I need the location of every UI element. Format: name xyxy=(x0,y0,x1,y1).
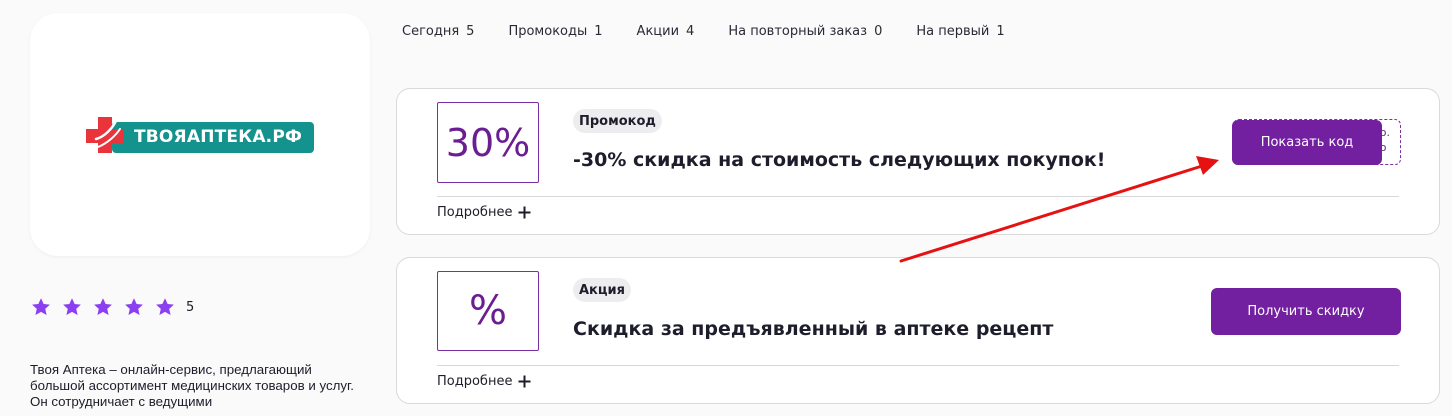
store-rating: 5 xyxy=(30,296,194,318)
divider xyxy=(437,196,1399,197)
divider xyxy=(437,365,1399,366)
logo-plate: ТВОЯАПТЕКА.РФ xyxy=(112,121,314,153)
store-description: Твоя Аптека – онлайн-сервис, предлагающи… xyxy=(30,362,354,409)
tab-count: 4 xyxy=(686,23,695,39)
offer-type-tag: Акция xyxy=(573,278,631,302)
more-details-label: Подробнее xyxy=(437,374,513,389)
discount-badge: % xyxy=(437,271,539,351)
more-details-label: Подробнее xyxy=(437,205,513,220)
store-logo-card: ТВОЯАПТЕКА.РФ xyxy=(30,13,370,256)
get-discount-button[interactable]: Получить скидку xyxy=(1211,288,1401,335)
offer-type-tag: Промокод xyxy=(573,109,662,133)
logo-text: ТВОЯАПТЕКА.РФ xyxy=(133,127,303,147)
offer-title: -30% скидка на стоимость следующих покуп… xyxy=(573,149,1106,171)
tab-count: 1 xyxy=(996,23,1005,39)
tab-today[interactable]: Сегодня 5 xyxy=(402,24,474,39)
more-details-toggle[interactable]: Подробнее xyxy=(437,205,531,220)
offer-card-promotion: % Акция Скидка за предъявленный в аптеке… xyxy=(396,257,1440,404)
discount-badge: 30% xyxy=(437,102,539,183)
store-logo: ТВОЯАПТЕКА.РФ xyxy=(84,115,316,155)
tab-repeat-order[interactable]: На повторный заказ 0 xyxy=(728,24,882,39)
star-icon xyxy=(125,298,143,315)
tab-label: Промокоды xyxy=(508,23,588,39)
star-icon xyxy=(63,298,81,315)
plus-icon xyxy=(518,375,531,388)
offer-filter-tabs: Сегодня 5 Промокоды 1 Акции 4 На повторн… xyxy=(402,21,1039,41)
tab-count: 5 xyxy=(466,23,475,39)
show-code-button[interactable]: Показать код xyxy=(1232,120,1382,165)
tab-label: На повторный заказ xyxy=(728,23,868,39)
tab-label: Сегодня xyxy=(402,23,460,39)
offer-title: Скидка за предъявленный в аптеке рецепт xyxy=(573,318,1054,340)
tab-label: Акции xyxy=(636,23,680,39)
tab-label: На первый xyxy=(916,23,990,39)
more-details-toggle[interactable]: Подробнее xyxy=(437,374,531,389)
tab-count: 0 xyxy=(874,23,883,39)
tab-promocodes[interactable]: Промокоды 1 xyxy=(508,24,602,39)
rating-value: 5 xyxy=(186,299,195,315)
star-icon xyxy=(156,298,174,315)
star-icon xyxy=(32,298,50,315)
plus-icon xyxy=(518,206,531,219)
promo-code-reveal[interactable]: о. о Показать код xyxy=(1232,119,1401,165)
medical-cross-icon xyxy=(86,116,124,153)
tab-count: 1 xyxy=(594,23,603,39)
tab-first-order[interactable]: На первый 1 xyxy=(916,24,1004,39)
offer-card-promocode: 30% Промокод -30% скидка на стоимость сл… xyxy=(396,88,1440,235)
star-icon xyxy=(94,298,112,315)
tab-promotions[interactable]: Акции 4 xyxy=(637,24,695,39)
